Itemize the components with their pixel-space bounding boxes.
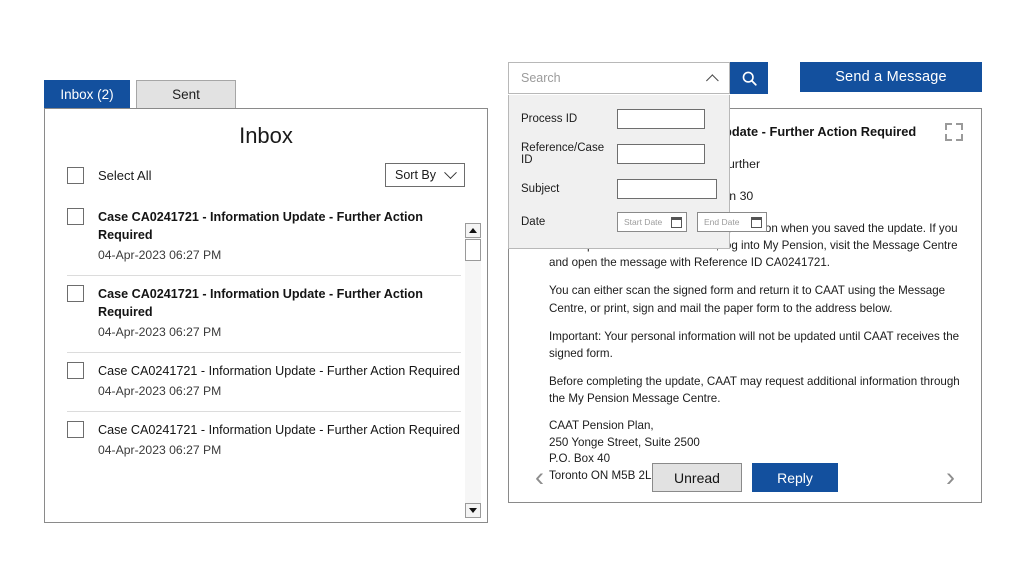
- field-reference-case-id: Reference/Case ID: [521, 142, 717, 166]
- list-item[interactable]: Case CA0241721 - Information Update - Fu…: [67, 199, 461, 277]
- mark-unread-button[interactable]: Unread: [652, 463, 742, 492]
- previous-message-button[interactable]: ‹: [535, 464, 544, 491]
- message-checkbox[interactable]: [67, 208, 84, 225]
- chevron-up-icon[interactable]: [706, 73, 719, 87]
- next-message-button[interactable]: ›: [946, 464, 955, 491]
- message-paragraph: Before completing the update, CAAT may r…: [549, 374, 960, 406]
- list-item[interactable]: Case CA0241721 - Information Update - Fu…: [67, 412, 461, 470]
- message-paragraph: You can either scan the signed form and …: [549, 284, 946, 315]
- message-text-block: Case CA0241721 - Information Update - Fu…: [98, 362, 460, 400]
- select-all-checkbox[interactable]: [67, 166, 84, 184]
- send-a-message-label: Send a Message: [835, 69, 947, 85]
- start-date-input[interactable]: Start Date: [617, 212, 687, 232]
- mailbox-tabs: Inbox (2) Sent: [44, 80, 488, 108]
- message-checkbox[interactable]: [67, 362, 84, 380]
- page-title: Inbox: [239, 123, 293, 148]
- scroll-down-button[interactable]: [465, 503, 481, 518]
- message-subject: Case CA0241721 - Information Update - Fu…: [98, 210, 423, 243]
- inbox-panel: Inbox Select All Sort By Case CA0241721 …: [44, 108, 488, 523]
- end-date-placeholder: End Date: [704, 217, 740, 227]
- list-toolbar: Select All Sort By: [45, 153, 487, 187]
- inbox-scrollbar[interactable]: [465, 223, 481, 518]
- end-date-input[interactable]: End Date: [697, 212, 767, 232]
- subject-input[interactable]: [617, 179, 717, 199]
- reply-button[interactable]: Reply: [752, 463, 838, 492]
- send-a-message-button[interactable]: Send a Message: [800, 62, 982, 92]
- search-input[interactable]: Search: [508, 62, 730, 94]
- field-process-id: Process ID: [521, 109, 717, 129]
- message-view-wrapper: Search Send a Message Process ID Referen…: [508, 62, 982, 503]
- address-line: 250 Yonge Street, Suite 2500: [549, 435, 700, 449]
- reference-case-id-label: Reference/Case ID: [521, 142, 605, 166]
- date-range-group: Start Date End Date: [617, 212, 767, 232]
- expand-icon[interactable]: [945, 123, 963, 141]
- message-date: 04-Apr-2023 06:27 PM: [98, 383, 222, 398]
- list-item[interactable]: Case CA0241721 - Information Update - Fu…: [67, 276, 461, 354]
- expand-corner-bottom-right: [956, 134, 963, 141]
- message-subject: Case CA0241721 - Information Update - Fu…: [98, 423, 460, 438]
- search-button[interactable]: [730, 62, 768, 94]
- expand-corner-top-left: [945, 123, 952, 130]
- tab-sent[interactable]: Sent: [136, 80, 236, 108]
- message-toolbar: Search Send a Message Process ID Referen…: [508, 62, 982, 249]
- sort-by-dropdown[interactable]: Sort By: [385, 163, 465, 187]
- list-item[interactable]: Case CA0241721 - Information Update - Fu…: [67, 353, 461, 413]
- tab-inbox-label: Inbox (2): [60, 87, 114, 102]
- reply-label: Reply: [777, 469, 813, 486]
- start-date-placeholder: Start Date: [624, 217, 663, 227]
- message-checkbox[interactable]: [67, 285, 84, 303]
- inbox-panel-wrapper: Inbox (2) Sent Inbox Select All Sort By: [44, 80, 488, 523]
- subject-label: Subject: [521, 183, 560, 195]
- arrow-up-icon: [469, 228, 477, 233]
- message-text-block: Case CA0241721 - Information Update - Fu…: [98, 208, 461, 264]
- message-list: Case CA0241721 - Information Update - Fu…: [45, 199, 487, 470]
- message-subject: Case CA0241721 - Information Update - Fu…: [98, 364, 460, 379]
- message-subject: Case CA0241721 - Information Update - Fu…: [98, 287, 423, 320]
- message-footer: ‹ Unread Reply ›: [509, 463, 981, 492]
- calendar-icon[interactable]: [671, 216, 682, 228]
- search-placeholder: Search: [521, 71, 561, 85]
- reference-case-id-input[interactable]: [617, 144, 705, 164]
- expand-corner-top-right: [956, 123, 963, 130]
- address-line: CAAT Pension Plan,: [549, 419, 654, 433]
- sort-by-label: Sort By: [395, 168, 436, 182]
- scrollbar-thumb[interactable]: [465, 239, 481, 261]
- tab-inbox[interactable]: Inbox (2): [44, 80, 130, 108]
- arrow-down-icon: [469, 508, 477, 513]
- message-paragraph: Important: Your personal information wil…: [549, 329, 960, 360]
- process-id-input[interactable]: [617, 109, 705, 129]
- select-all-label: Select All: [98, 167, 152, 183]
- message-centre-screen: Inbox (2) Sent Inbox Select All Sort By: [0, 0, 1024, 575]
- message-checkbox[interactable]: [67, 421, 84, 439]
- chevron-down-icon: [444, 165, 457, 179]
- message-date: 04-Apr-2023 06:27 PM: [98, 247, 222, 262]
- process-id-label: Process ID: [521, 113, 578, 125]
- message-date: 04-Apr-2023 06:27 PM: [98, 324, 222, 339]
- field-subject: Subject: [521, 179, 717, 199]
- field-date: Date Start Date End Date: [521, 212, 767, 232]
- search-icon: [742, 71, 757, 86]
- message-text-block: Case CA0241721 - Information Update - Fu…: [98, 285, 461, 341]
- scroll-up-button[interactable]: [465, 223, 481, 238]
- message-text-block: Case CA0241721 - Information Update - Fu…: [98, 421, 460, 459]
- mark-unread-label: Unread: [674, 469, 720, 486]
- tab-sent-label: Sent: [172, 87, 200, 102]
- message-date: 04-Apr-2023 06:27 PM: [98, 442, 222, 457]
- search-advanced-panel: Process ID Reference/Case ID Subject Dat…: [508, 95, 767, 249]
- calendar-icon[interactable]: [751, 216, 762, 228]
- expand-corner-bottom-left: [945, 134, 952, 141]
- date-label: Date: [521, 216, 546, 228]
- select-all-control[interactable]: Select All: [67, 166, 152, 184]
